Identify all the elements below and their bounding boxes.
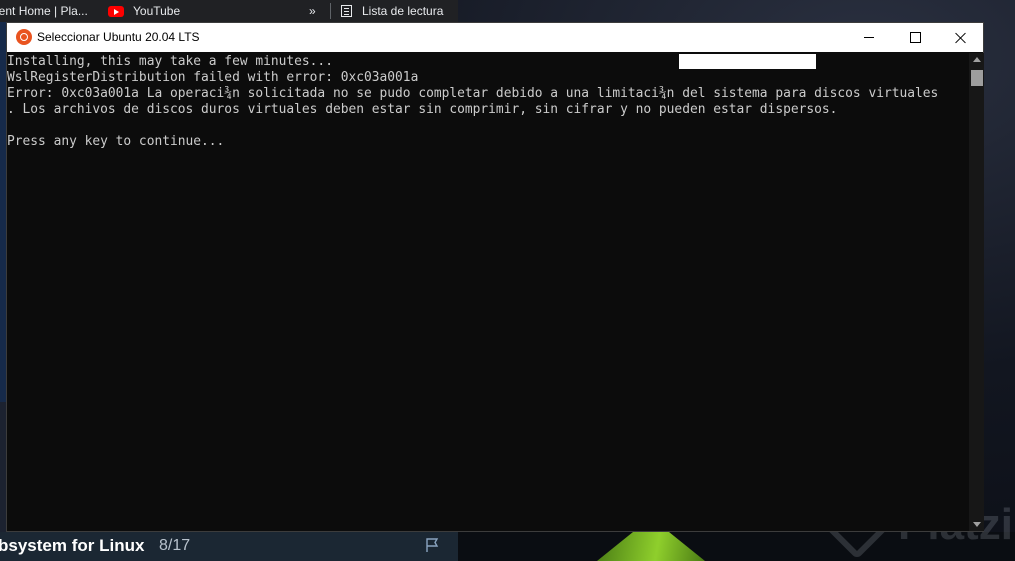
scroll-down-arrow-icon[interactable]	[973, 522, 981, 527]
reading-list-button[interactable]: Lista de lectura	[341, 0, 443, 22]
ubuntu-icon	[16, 29, 32, 45]
console-line: Press any key to continue...	[7, 134, 225, 149]
window-titlebar[interactable]: Seleccionar Ubuntu 20.04 LTS	[7, 23, 983, 52]
close-button[interactable]	[938, 23, 984, 52]
youtube-icon	[108, 5, 124, 17]
flag-icon[interactable]	[424, 537, 440, 553]
console-window: Seleccionar Ubuntu 20.04 LTS Installing,…	[6, 22, 984, 532]
course-bar: bsystem for Linux 8/17	[0, 532, 458, 561]
maximize-icon	[909, 32, 921, 43]
bookmarks-divider	[330, 3, 331, 19]
bookmark-student-home[interactable]: dent Home | Pla...	[0, 0, 88, 22]
bookmark-label: YouTube	[133, 4, 181, 18]
minimize-button[interactable]	[846, 23, 892, 52]
console-output[interactable]: Installing, this may take a few minutes.…	[7, 53, 968, 531]
minimize-icon	[864, 37, 874, 38]
redaction-box	[679, 54, 816, 69]
bookmark-youtube[interactable]: YouTube	[108, 0, 180, 22]
scroll-up-arrow-icon[interactable]	[973, 57, 981, 62]
console-line: WslRegisterDistribution failed with erro…	[7, 70, 419, 85]
reading-list-label: Lista de lectura	[362, 4, 444, 18]
console-line: . Los archivos de discos duros virtuales…	[7, 102, 838, 117]
bookmark-label: dent Home | Pla...	[0, 4, 88, 18]
scrollbar-thumb[interactable]	[971, 70, 983, 86]
course-title: bsystem for Linux	[0, 536, 145, 555]
console-line: Error: 0xc03a001a La operaci¾n solicitad…	[7, 86, 939, 101]
bookmarks-overflow-button[interactable]: »	[309, 0, 316, 22]
maximize-button[interactable]	[892, 23, 938, 52]
console-line: Installing, this may take a few minutes.…	[7, 54, 333, 69]
reading-list-icon	[341, 5, 352, 17]
close-icon	[955, 32, 967, 44]
window-title: Seleccionar Ubuntu 20.04 LTS	[37, 30, 200, 44]
vertical-scrollbar[interactable]	[969, 53, 984, 531]
course-progress: 8/17	[159, 537, 191, 554]
bookmarks-bar: dent Home | Pla... YouTube » Lista de le…	[0, 0, 458, 22]
chevron-double-right-icon: »	[309, 4, 316, 18]
